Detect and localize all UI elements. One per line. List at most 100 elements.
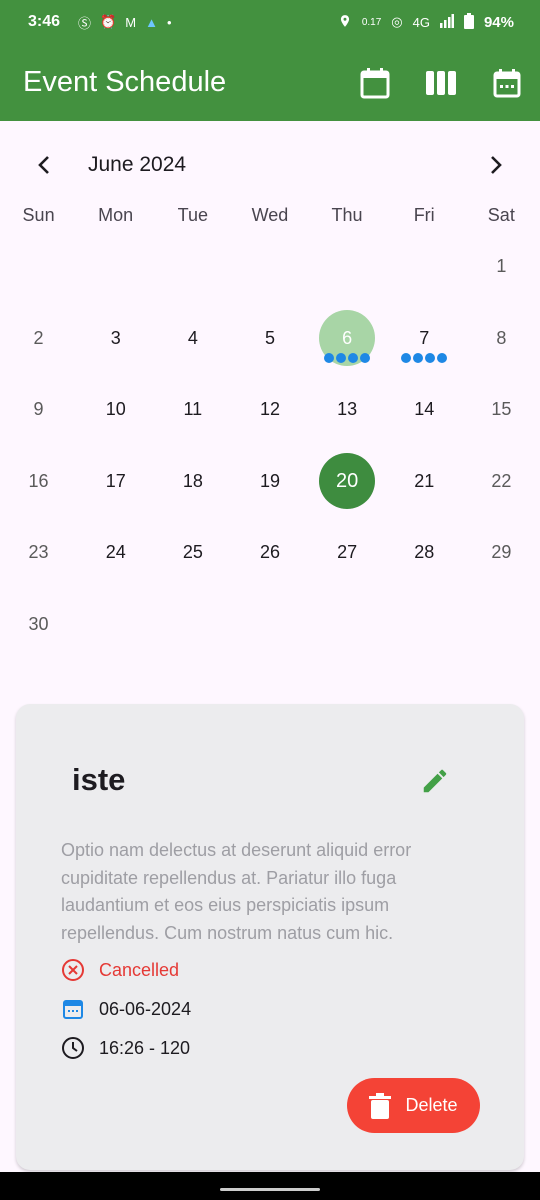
day-cell[interactable]: 7 xyxy=(386,303,463,375)
day-cell[interactable]: 13 xyxy=(309,374,386,446)
day-cell[interactable]: 5 xyxy=(231,303,308,375)
day-cell[interactable]: 25 xyxy=(154,517,231,589)
day-number: 11 xyxy=(183,399,203,420)
day-number: 26 xyxy=(259,542,280,563)
day-number: 24 xyxy=(105,542,126,563)
calendar-icon xyxy=(63,1000,83,1019)
day-cell[interactable]: 4 xyxy=(154,303,231,375)
network-speed: 0.17 xyxy=(361,16,382,28)
day-number: 13 xyxy=(337,399,358,420)
day-cell[interactable]: 17 xyxy=(77,446,154,518)
day-cell[interactable]: 29 xyxy=(463,517,540,589)
day-number: 1 xyxy=(496,256,507,277)
event-markers xyxy=(324,353,371,363)
day-cell[interactable]: 9 xyxy=(0,374,77,446)
event-marker-dot xyxy=(401,353,412,363)
day-cell[interactable]: 28 xyxy=(386,517,463,589)
day-cell[interactable]: 15 xyxy=(463,374,540,446)
weekday-label: Sat xyxy=(487,205,515,225)
battery-level: 94% xyxy=(483,13,514,31)
weekday-label: Tue xyxy=(177,205,208,225)
view-week-icon xyxy=(426,70,456,95)
day-cell[interactable]: 16 xyxy=(0,446,77,518)
day-cell[interactable]: 2 xyxy=(0,303,77,375)
clock-icon xyxy=(62,1037,84,1059)
day-number: 12 xyxy=(259,399,280,420)
delete-label: Delete xyxy=(405,1095,458,1115)
calendar-day-icon xyxy=(493,68,521,97)
day-number: 14 xyxy=(414,399,435,420)
trash-icon xyxy=(369,1092,392,1119)
weekday-label: Sun xyxy=(22,205,55,225)
day-cell[interactable]: 23 xyxy=(0,517,77,589)
day-view-button[interactable] xyxy=(474,53,540,113)
day-number: 4 xyxy=(187,327,198,348)
day-cell[interactable]: 21 xyxy=(386,446,463,518)
event-marker-dot xyxy=(437,353,448,363)
day-cell[interactable]: 30 xyxy=(0,589,77,661)
weekday-label: Fri xyxy=(413,205,435,225)
location-icon xyxy=(338,13,352,32)
event-marker-dot xyxy=(360,353,371,363)
day-cell[interactable]: 26 xyxy=(231,517,308,589)
home-indicator[interactable] xyxy=(220,1188,320,1191)
day-cell[interactable]: 18 xyxy=(154,446,231,518)
weekday-label: Mon xyxy=(98,205,134,225)
event-time: 16:26 - 120 xyxy=(61,1036,190,1060)
chevron-left-icon xyxy=(38,156,49,174)
week-view-button[interactable] xyxy=(408,53,474,113)
day-cell[interactable]: 10 xyxy=(77,374,154,446)
day-cell[interactable]: 8 xyxy=(463,303,540,375)
previous-month-button[interactable] xyxy=(20,141,68,189)
event-markers xyxy=(401,353,448,363)
day-number: 21 xyxy=(414,470,435,491)
signal-icon xyxy=(439,13,454,31)
drive-icon: ▲ xyxy=(145,14,158,30)
delete-button[interactable]: Delete xyxy=(347,1078,480,1133)
day-cell[interactable]: 22 xyxy=(463,446,540,518)
day-cell[interactable]: 14 xyxy=(386,374,463,446)
gmail-icon: M xyxy=(125,14,137,30)
day-number: 8 xyxy=(496,327,507,348)
day-number: 22 xyxy=(491,470,512,491)
day-cell[interactable]: 12 xyxy=(231,374,308,446)
next-month-button[interactable] xyxy=(472,141,520,189)
day-cell[interactable]: 3 xyxy=(77,303,154,375)
network-type: 4G xyxy=(412,14,430,30)
day-number: 9 xyxy=(33,399,44,420)
event-status-label: Cancelled xyxy=(99,959,180,980)
app-bar: Event Schedule xyxy=(0,44,540,121)
hotspot-icon: ◎ xyxy=(391,14,403,29)
event-date: 06-06-2024 xyxy=(61,997,191,1021)
day-cell[interactable]: 20 xyxy=(309,446,386,518)
day-number: 19 xyxy=(259,470,280,491)
event-status: Cancelled xyxy=(61,958,179,982)
dot-icon: • xyxy=(166,14,172,30)
day-number: 7 xyxy=(419,327,430,348)
day-number: 30 xyxy=(28,613,49,634)
day-cell[interactable]: 1 xyxy=(463,231,540,303)
day-cell[interactable]: 24 xyxy=(77,517,154,589)
day-number: 28 xyxy=(414,542,435,563)
day-number: 5 xyxy=(264,327,275,348)
event-marker-dot xyxy=(324,353,335,363)
day-number: 29 xyxy=(491,542,512,563)
day-cell[interactable]: 11 xyxy=(154,374,231,446)
status-bar: 3:46 Ⓢ ⏰ M ▲ • 0.17 ◎ 4G 94% xyxy=(0,0,540,44)
alarm-icon: ⏰ xyxy=(100,14,117,29)
edit-event-button[interactable] xyxy=(420,766,452,798)
day-cell[interactable]: 27 xyxy=(309,517,386,589)
s-app-icon: Ⓢ xyxy=(78,15,92,31)
calendar-month-icon xyxy=(360,67,390,98)
weekday-label: Thu xyxy=(331,205,363,225)
month-label: June 2024 xyxy=(88,153,187,176)
event-date-value: 06-06-2024 xyxy=(99,998,192,1019)
day-cell[interactable]: 19 xyxy=(231,446,308,518)
day-cell[interactable]: 6 xyxy=(309,303,386,375)
day-number: 10 xyxy=(105,399,126,420)
day-number: 23 xyxy=(28,542,49,563)
day-number: 16 xyxy=(28,470,49,491)
month-view-button[interactable] xyxy=(342,53,408,113)
battery-icon xyxy=(463,12,474,32)
weekday-row: Sun Mon Tue Wed Thu Fri Sat xyxy=(0,205,540,226)
